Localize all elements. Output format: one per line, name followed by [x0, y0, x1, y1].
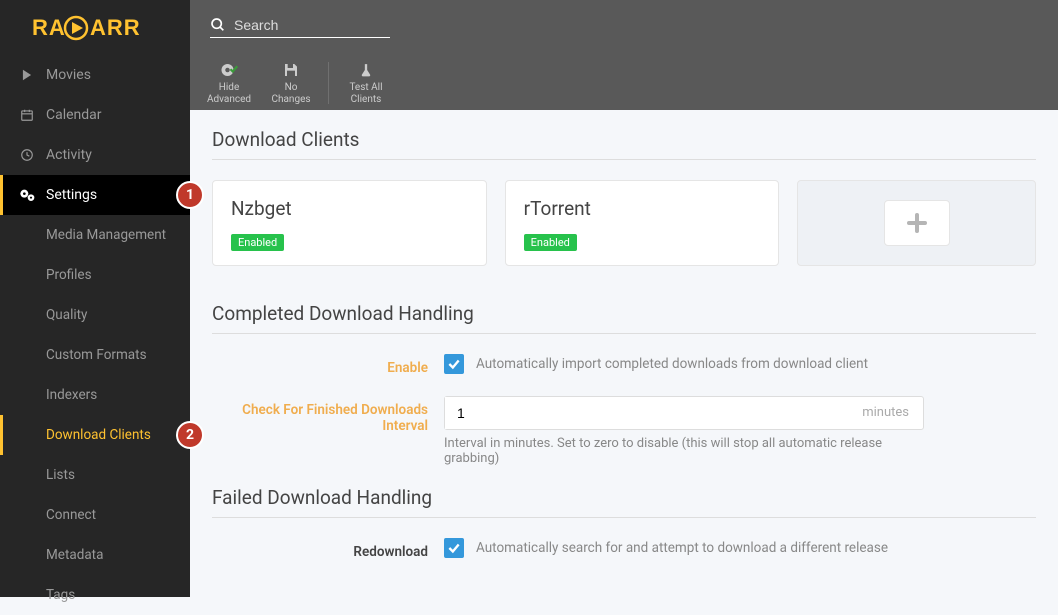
tool-label: Changes [271, 94, 310, 106]
app-logo[interactable]: RA ARR [0, 0, 190, 55]
sidebar-sub-connect[interactable]: Connect [0, 495, 190, 535]
sidebar-sub-indexers[interactable]: Indexers [0, 375, 190, 415]
sidebar-label: Settings [46, 187, 97, 203]
search-icon [210, 17, 226, 33]
sidebar-sub-quality[interactable]: Quality [0, 295, 190, 335]
svg-text:ARR: ARR [90, 15, 141, 40]
section-title-download-clients: Download Clients [212, 128, 1036, 160]
sidebar-sub-download-clients[interactable]: Download Clients 2 [0, 415, 190, 455]
test-all-clients-button[interactable]: Test All Clients [335, 55, 397, 110]
search-box[interactable] [210, 17, 390, 38]
status-badge: Enabled [231, 234, 284, 251]
section-title-failed: Failed Download Handling [212, 486, 1036, 518]
client-card-rtorrent[interactable]: rTorrent Enabled [505, 180, 780, 266]
sidebar-label: Movies [46, 67, 91, 83]
interval-help: Interval in minutes. Set to zero to disa… [444, 436, 924, 466]
vial-icon [359, 60, 373, 80]
tool-label: Test All [349, 82, 382, 94]
search-input[interactable] [234, 17, 390, 33]
enable-checkbox[interactable] [444, 354, 464, 374]
hide-advanced-button[interactable]: Hide Advanced [198, 55, 260, 110]
section-title-completed: Completed Download Handling [212, 302, 1036, 334]
toolbar-separator [328, 62, 329, 104]
sidebar-sub-lists[interactable]: Lists [0, 455, 190, 495]
sidebar-sub-tags[interactable]: Tags [0, 575, 190, 615]
client-card-nzbget[interactable]: Nzbget Enabled [212, 180, 487, 266]
sidebar-item-activity[interactable]: Activity [0, 135, 190, 175]
sidebar-label: Calendar [46, 107, 102, 123]
sidebar-sub-custom-formats[interactable]: Custom Formats [0, 335, 190, 375]
plus-icon [905, 211, 929, 235]
interval-label: Check For Finished Downloads Interval [212, 396, 444, 434]
interval-suffix: minutes [848, 397, 923, 429]
enable-label: Enable [212, 354, 444, 376]
step-marker-2: 2 [176, 421, 204, 449]
sidebar-sub-metadata[interactable]: Metadata [0, 535, 190, 575]
redownload-label: Redownload [212, 538, 444, 560]
redownload-checkbox[interactable] [444, 538, 464, 558]
sidebar-sub-media-management[interactable]: Media Management [0, 215, 190, 255]
sidebar: Movies Calendar Activity Settings 1 Medi… [0, 55, 190, 597]
calendar-icon [18, 108, 36, 122]
sidebar-sub-profiles[interactable]: Profiles [0, 255, 190, 295]
sidebar-item-calendar[interactable]: Calendar [0, 95, 190, 135]
toolbar: Hide Advanced No Changes Test All Client… [190, 55, 1058, 110]
tool-label: No [285, 82, 298, 94]
tool-label: Clients [351, 94, 382, 106]
enable-description: Automatically import completed downloads… [476, 356, 868, 372]
sidebar-label: Activity [46, 147, 92, 163]
clock-icon [18, 148, 36, 162]
step-marker-1: 1 [176, 181, 204, 209]
save-changes-button[interactable]: No Changes [260, 55, 322, 110]
tool-label: Hide [219, 82, 240, 94]
client-name: rTorrent [524, 197, 761, 220]
status-badge: Enabled [524, 234, 577, 251]
svg-text:RA: RA [32, 15, 66, 40]
sidebar-sub-label: Download Clients [46, 427, 151, 443]
tool-label: Advanced [207, 94, 251, 106]
sidebar-item-settings[interactable]: Settings 1 [0, 175, 190, 215]
gear-check-icon [219, 60, 239, 80]
play-icon [18, 68, 36, 82]
gears-icon [18, 188, 36, 202]
client-name: Nzbget [231, 197, 468, 220]
interval-input[interactable] [445, 397, 848, 429]
add-client-card[interactable] [797, 180, 1036, 266]
redownload-description: Automatically search for and attempt to … [476, 540, 888, 556]
save-icon [283, 60, 299, 80]
sidebar-item-movies[interactable]: Movies [0, 55, 190, 95]
